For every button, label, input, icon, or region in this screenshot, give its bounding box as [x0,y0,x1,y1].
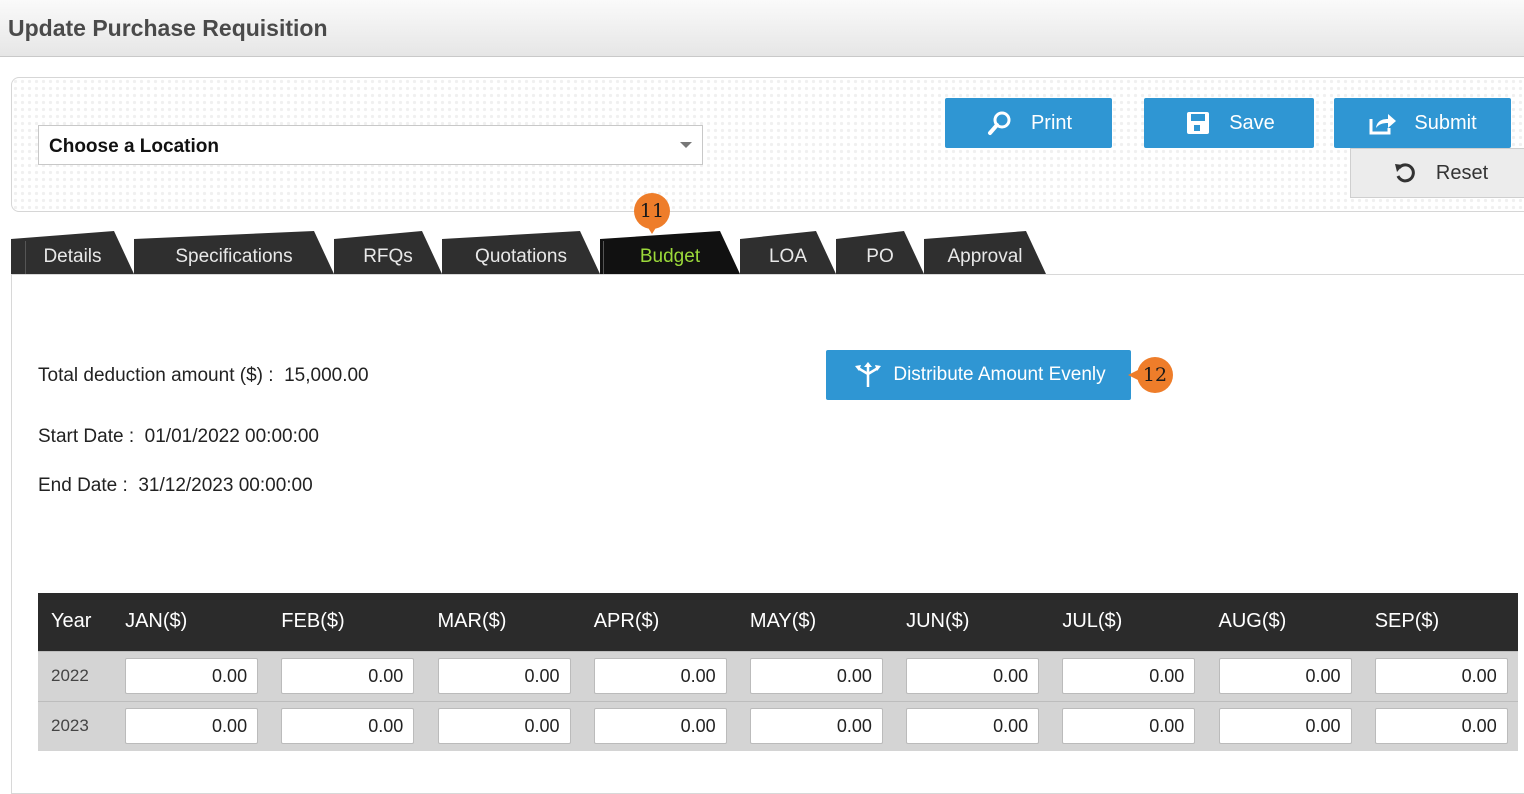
total-deduction: Total deduction amount ($) : 15,000.00 [38,365,369,387]
column-header-year: Year [51,610,92,633]
tab-quotations[interactable]: Quotations [442,231,600,274]
amount-input[interactable] [1374,708,1508,745]
end-date-value: 31/12/2023 00:00:00 [138,475,313,496]
print-button[interactable]: Print [945,98,1112,148]
page-header: Update Purchase Requisition [0,0,1524,57]
amount-input[interactable] [749,658,883,694]
amount-input[interactable] [1218,658,1352,694]
tab-details[interactable]: Details [11,231,134,274]
amount-input[interactable] [125,708,259,745]
tab-rfqs[interactable]: RFQs [334,231,442,274]
amount-input[interactable] [1062,658,1196,694]
column-header-month: APR($) [593,610,660,633]
amount-input[interactable] [1374,658,1508,694]
column-header-month: MAR($) [437,610,507,633]
total-deduction-value: 15,000.00 [284,365,369,386]
start-date-label: Start Date : [38,426,135,447]
start-date-value: 01/01/2022 00:00:00 [144,426,320,447]
start-date: Start Date : 01/01/2022 00:00:00 [38,426,319,448]
tab-divider [603,241,604,274]
amount-input[interactable] [906,658,1040,694]
chevron-down-icon [680,142,692,148]
amount-input[interactable] [281,708,415,745]
column-header-month: JAN($) [125,610,188,633]
tab-approval[interactable]: Approval [924,231,1046,274]
amount-input[interactable] [749,708,883,745]
tab-bar: Details Specifications RFQs Quotations B… [11,231,1051,274]
tab-divider [25,241,26,274]
budget-table: Year JAN($) FEB($) MAR($) APR($) MAY($) … [38,593,1518,751]
tab-budget[interactable]: Budget [600,231,740,274]
column-header-month: FEB($) [281,610,345,633]
total-deduction-label: Total deduction amount ($) : [38,365,274,386]
amount-input[interactable] [437,658,571,694]
callout-badge-12: 12 [1128,357,1173,393]
page-title: Update Purchase Requisition [8,15,328,41]
column-header-month: AUG($) [1218,610,1287,633]
reset-button[interactable]: Reset [1350,148,1524,198]
split-arrows-icon [851,360,885,390]
amount-input[interactable] [437,708,571,745]
amount-input[interactable] [281,658,415,694]
table-row: 2023 [38,701,1518,751]
amount-input[interactable] [1062,708,1196,745]
end-date: End Date : 31/12/2023 00:00:00 [38,475,313,497]
share-icon [1368,108,1398,138]
amount-input[interactable] [1218,708,1352,745]
amount-input[interactable] [125,658,259,694]
submit-button[interactable]: Submit [1334,98,1511,148]
column-header-month: MAY($) [749,610,817,633]
table-header-row: Year JAN($) FEB($) MAR($) APR($) MAY($) … [38,593,1518,651]
end-date-label: End Date : [38,475,128,496]
floppy-disk-icon [1183,108,1213,138]
distribute-evenly-label: Distribute Amount Evenly [893,364,1106,385]
location-select[interactable]: Choose a Location [38,125,703,165]
print-button-label: Print [1030,111,1073,134]
location-select-value: Choose a Location [49,135,219,157]
save-button[interactable]: Save [1144,98,1314,148]
save-button-label: Save [1229,111,1275,134]
column-header-month: JUN($) [906,610,970,633]
distribute-evenly-button[interactable]: Distribute Amount Evenly [826,350,1131,400]
callout-badge-11: 11 [634,193,670,234]
row-year: 2022 [51,666,89,685]
search-icon [985,108,1015,138]
table-row: 2022 [38,651,1518,701]
amount-input[interactable] [593,658,727,694]
submit-button-label: Submit [1414,111,1477,134]
tab-specifications[interactable]: Specifications [134,231,334,274]
undo-icon [1392,160,1418,186]
reset-button-label: Reset [1435,161,1489,184]
row-year: 2023 [51,716,89,736]
column-header-month: JUL($) [1062,610,1123,633]
tab-loa[interactable]: LOA [740,231,836,274]
amount-input[interactable] [593,708,727,745]
amount-input[interactable] [906,708,1040,745]
column-header-month: SEP($) [1374,610,1440,633]
tab-po[interactable]: PO [836,231,924,274]
